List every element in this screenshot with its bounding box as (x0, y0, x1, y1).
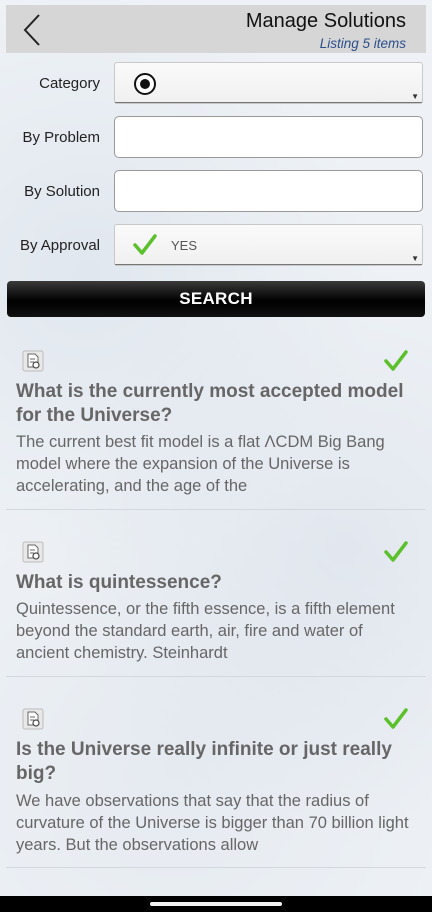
approval-label: By Approval (19, 237, 100, 254)
item-description: We have observations that say that the r… (16, 792, 409, 854)
problem-label: By Problem (22, 129, 100, 146)
approved-check-icon (384, 350, 408, 371)
item-description: Quintessence, or the fifth essence, is a… (16, 600, 395, 662)
app-header: Manage Solutions Listing 5 items (6, 5, 426, 53)
dropdown-arrow-icon: ▼ (411, 92, 419, 101)
check-icon (133, 234, 157, 255)
approved-check-icon (384, 708, 408, 729)
back-button[interactable] (14, 11, 50, 49)
list-item[interactable]: What is the currently most accepted mode… (6, 340, 426, 510)
page-title: Manage Solutions (245, 10, 406, 32)
dropdown-arrow-icon: ▼ (411, 254, 419, 263)
list-item[interactable]: What is quintessence? Quintessence, or t… (6, 531, 426, 677)
approved-check-icon (384, 541, 408, 562)
document-edit-icon (22, 708, 44, 730)
document-edit-icon (22, 541, 44, 563)
item-title: What is the currently most accepted mode… (16, 381, 404, 426)
solution-label: By Solution (24, 183, 100, 200)
category-select[interactable]: ▼ (114, 62, 423, 104)
category-label: Category (39, 75, 100, 92)
item-title: What is quintessence? (16, 572, 222, 593)
list-item[interactable]: Is the Universe really infinite or just … (6, 698, 426, 868)
document-edit-icon (22, 350, 44, 372)
radio-selected-icon (134, 73, 156, 95)
approval-select[interactable]: YES ▼ (114, 224, 423, 266)
item-description: The current best fit model is a flat ΛCD… (16, 433, 385, 495)
problem-input[interactable] (114, 116, 423, 158)
approval-value: YES (171, 238, 198, 253)
search-button[interactable]: SEARCH (7, 281, 425, 317)
item-count: Listing 5 items (319, 36, 406, 51)
system-nav-bar (0, 896, 432, 912)
home-indicator[interactable] (150, 902, 282, 906)
item-title: Is the Universe really infinite or just … (16, 739, 392, 784)
solution-input[interactable] (114, 170, 423, 212)
chevron-left-icon (23, 14, 40, 46)
